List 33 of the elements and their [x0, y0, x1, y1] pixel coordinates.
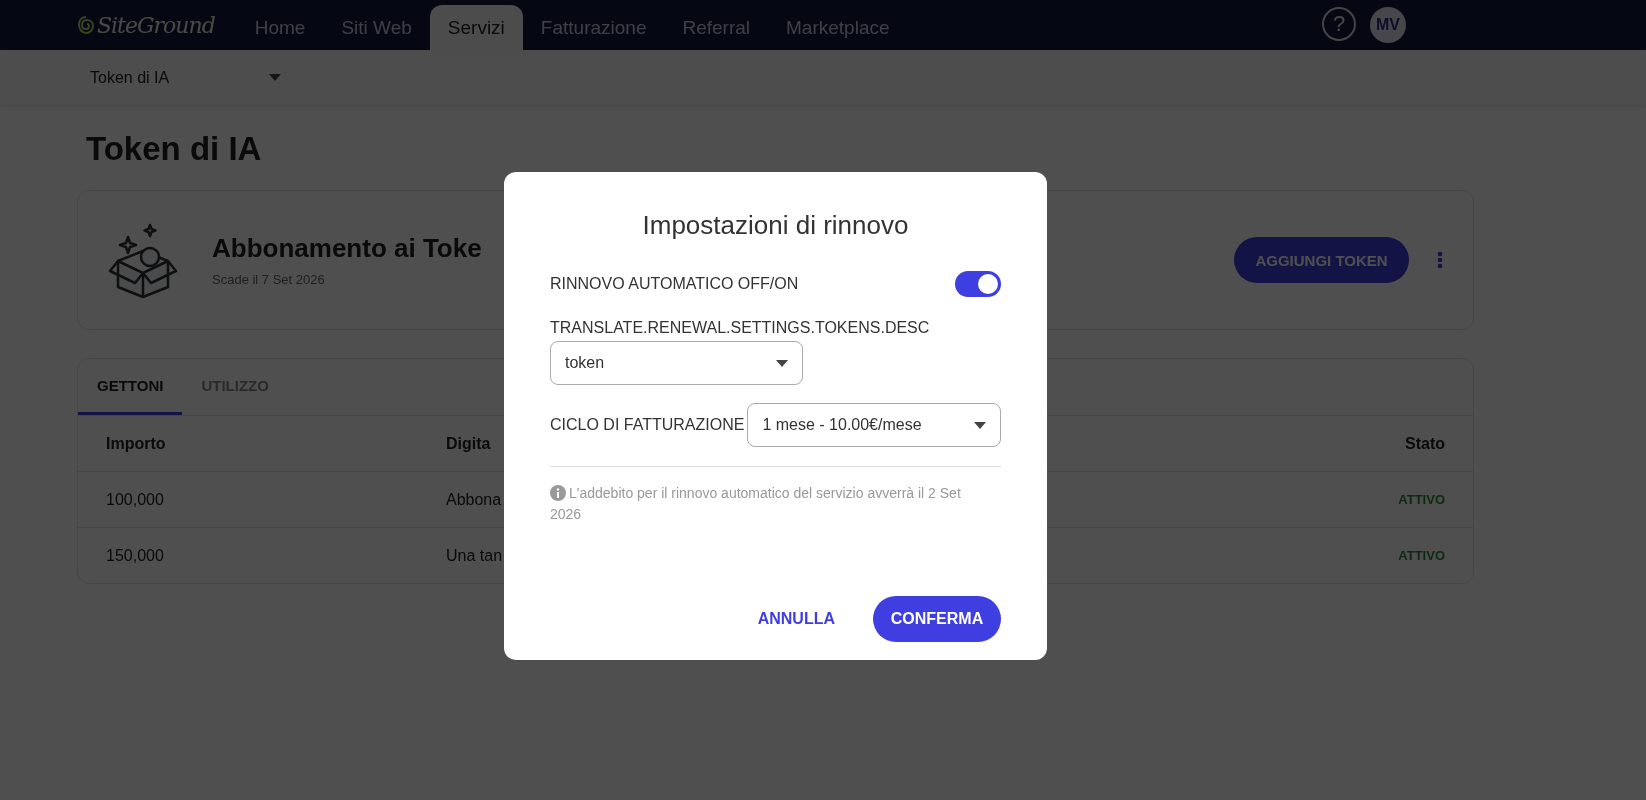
- tab[interactable]: GETTONI: [78, 359, 183, 415]
- auto-renew-toggle[interactable]: [955, 271, 1001, 297]
- column-header: Stato: [1405, 434, 1445, 453]
- subscription-title: Abbonamento ai Toke: [212, 233, 482, 264]
- table-cell: Abbona: [446, 490, 502, 509]
- dialog-title: Impostazioni di rinnovo: [641, 210, 910, 241]
- page-title: Token di IA: [86, 130, 263, 168]
- tokens-select[interactable]: token: [550, 341, 803, 385]
- help-button[interactable]: ?: [1322, 7, 1356, 41]
- table-cell: ATTIVO: [1398, 492, 1445, 507]
- logo-swirl-icon: [77, 15, 95, 35]
- table-cell: 150,000: [106, 546, 164, 565]
- caret-icon: [776, 359, 788, 367]
- table-cell: Una tan: [446, 546, 503, 565]
- billing-cycle-select[interactable]: 1 mese - 10.00€/mese: [747, 403, 1001, 447]
- table-cell: ATTIVO: [1398, 548, 1445, 563]
- nav-tab[interactable]: Servizi: [429, 5, 523, 50]
- box-with-sparkles-icon: [108, 221, 178, 299]
- field-label: TRANSLATE.RENEWAL.SETTINGS.TOKENS.DESC: [550, 319, 931, 337]
- caret-icon: [269, 74, 282, 81]
- toggle-label: RINNOVO AUTOMATICO OFF/ON: [550, 275, 799, 293]
- user-avatar[interactable]: MV: [1370, 7, 1406, 43]
- caret-icon: [974, 421, 986, 429]
- info-note: L'addebito per il rinnovo automatico del servizio avverrà il 2 Set 2026: [550, 484, 962, 524]
- column-header: Importo: [106, 434, 166, 453]
- siteground-logo[interactable]: SiteGround: [97, 12, 215, 38]
- table-cell: 100,000: [106, 490, 164, 509]
- field-label: CICLO DI FATTURAZIONE: [550, 416, 745, 434]
- info-icon: [550, 485, 566, 501]
- cancel-button[interactable]: ANNULLA: [751, 609, 841, 629]
- confirm-button[interactable]: CONFERMA: [873, 596, 1001, 642]
- column-header: Digita: [446, 434, 491, 453]
- service-dropdown[interactable]: Token di IA: [90, 68, 282, 87]
